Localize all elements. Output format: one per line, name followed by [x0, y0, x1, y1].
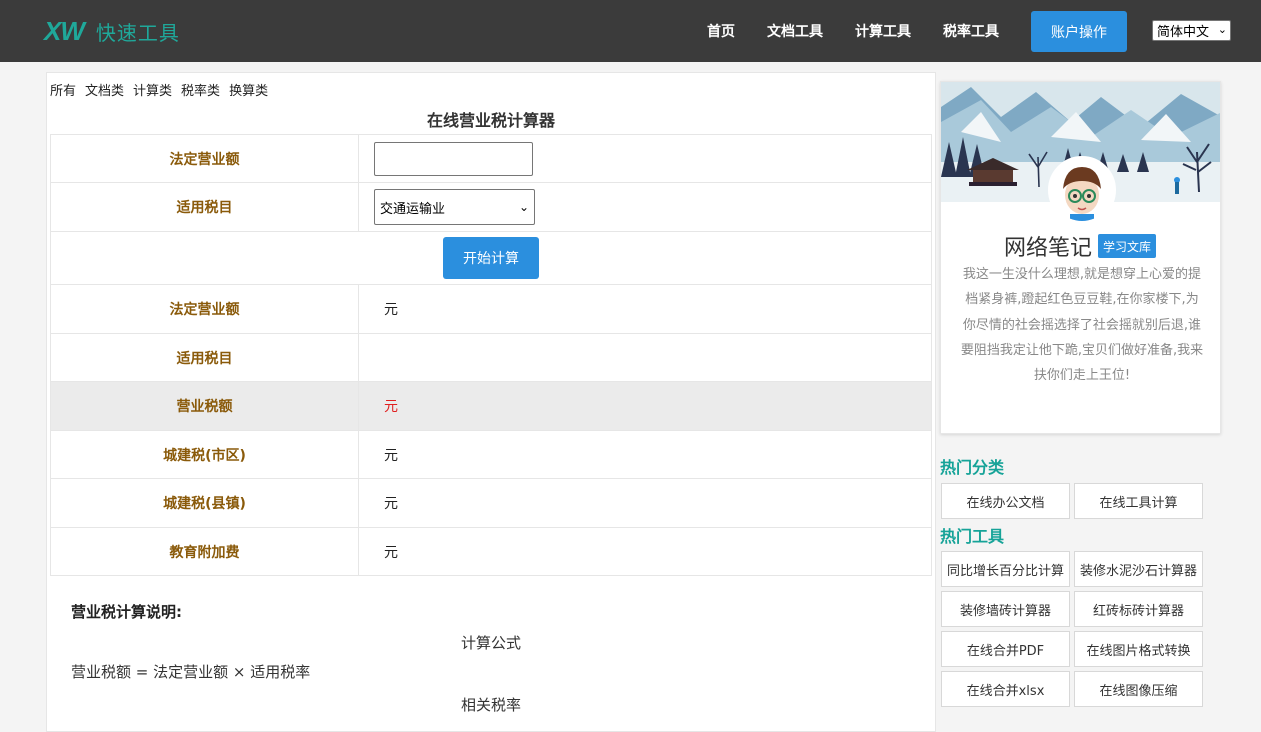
category-all[interactable]: 所有	[50, 80, 76, 99]
profile-bio: 我这一生没什么理想,就是想穿上心爱的提档紧身裤,蹬起红色豆豆鞋,在你家楼下,为你…	[960, 267, 1204, 384]
result-row: 城建税(市区) 元	[50, 430, 932, 479]
category-convert[interactable]: 换算类	[229, 80, 268, 99]
avatar-icon	[1051, 159, 1113, 221]
nav-home[interactable]: 首页	[707, 21, 735, 41]
result-label: 城建税(县镇)	[50, 478, 359, 528]
profile-badge[interactable]: 学习文库	[1098, 234, 1157, 258]
table-row: 适用税目 交通运输业 ⌄	[50, 182, 932, 232]
result-label: 营业税额	[50, 381, 359, 431]
result-label: 法定营业额	[50, 284, 359, 334]
revenue-input[interactable]	[374, 141, 533, 176]
hot-tool-tag[interactable]: 在线图像压缩	[1074, 671, 1203, 707]
hot-tool-tag[interactable]: 装修墙砖计算器	[941, 591, 1070, 627]
result-value: 元	[358, 527, 932, 576]
result-row: 城建税(县镇) 元	[50, 478, 932, 528]
result-value: 元	[358, 430, 932, 479]
category-tax[interactable]: 税率类	[181, 80, 220, 99]
language-select[interactable]: 简体中文 ⌄	[1152, 20, 1231, 41]
business-tax-value: 元	[358, 381, 932, 431]
calculator-table: 法定营业额 适用税目 交通运输业 ⌄ 开始计算 法定营业额 元 适用税目 营业税…	[50, 134, 932, 576]
tax-item-label: 适用税目	[50, 182, 359, 232]
formula-text: 营业税额 = 法定营业额 × 适用税率	[71, 663, 311, 681]
hot-categories-title: 热门分类	[940, 458, 1005, 477]
language-value: 简体中文	[1157, 25, 1210, 40]
hot-category-tag[interactable]: 在线办公文档	[941, 483, 1070, 519]
hot-tool-tag[interactable]: 装修水泥沙石计算器	[1074, 551, 1203, 587]
category-calc[interactable]: 计算类	[133, 80, 172, 99]
hot-tool-tag[interactable]: 红砖标砖计算器	[1074, 591, 1203, 627]
page-title: 在线营业税计算器	[426, 111, 555, 130]
site-logo[interactable]: XW 快速工具	[44, 15, 180, 46]
profile-card: 网络笔记 学习文库 我这一生没什么理想,就是想穿上心爱的提档紧身裤,蹬起红色豆豆…	[940, 81, 1221, 434]
description-title: 营业税计算说明:	[71, 603, 182, 621]
calc-button-cell: 开始计算	[50, 231, 932, 285]
nav-tax-tools[interactable]: 税率工具	[943, 21, 999, 41]
category-filter: 所有 文档类 计算类 税率类 换算类	[50, 80, 268, 99]
hot-tools-title: 热门工具	[940, 527, 1005, 546]
result-label: 教育附加费	[50, 527, 359, 576]
nav-doc-tools[interactable]: 文档工具	[767, 21, 823, 41]
result-row-highlight: 营业税额 元	[50, 381, 932, 431]
category-doc[interactable]: 文档类	[85, 80, 124, 99]
calculator-panel: 所有 文档类 计算类 税率类 换算类 在线营业税计算器 法定营业额 适用税目 交…	[46, 72, 936, 732]
hot-category-tag[interactable]: 在线工具计算	[1074, 483, 1203, 519]
rate-heading: 相关税率	[460, 696, 521, 714]
tax-item-select[interactable]: 交通运输业 ⌄	[374, 189, 535, 225]
hot-tool-tag[interactable]: 同比增长百分比计算	[941, 551, 1070, 587]
hot-tool-tag[interactable]: 在线图片格式转换	[1074, 631, 1203, 667]
result-row: 适用税目	[50, 333, 932, 382]
revenue-cell	[358, 134, 932, 183]
profile-name: 网络笔记	[1004, 236, 1093, 261]
result-label: 城建税(市区)	[50, 430, 359, 479]
logo-mark: XW	[44, 15, 85, 46]
result-label: 适用税目	[50, 333, 359, 382]
chevron-down-icon: ⌄	[1217, 23, 1227, 36]
hot-tool-tag[interactable]: 在线合并PDF	[941, 631, 1070, 667]
tax-description: 营业税计算说明: 计算公式 营业税额 = 法定营业额 × 适用税率 相关税率	[71, 601, 911, 715]
table-row: 法定营业额	[50, 134, 932, 183]
result-value: 元	[358, 284, 932, 334]
revenue-label: 法定营业额	[50, 134, 359, 183]
calculate-button[interactable]: 开始计算	[443, 237, 539, 279]
chevron-down-icon: ⌄	[518, 200, 529, 214]
result-row: 法定营业额 元	[50, 284, 932, 334]
result-value	[358, 333, 932, 382]
account-button[interactable]: 账户操作	[1031, 11, 1127, 52]
result-row: 教育附加费 元	[50, 527, 932, 576]
top-navbar: XW 快速工具 首页 文档工具 计算工具 税率工具 账户操作 简体中文 ⌄	[0, 0, 1261, 62]
formula-heading: 计算公式	[460, 634, 521, 652]
tax-item-cell: 交通运输业 ⌄	[358, 182, 932, 232]
logo-text: 快速工具	[95, 20, 180, 45]
table-row: 开始计算	[50, 231, 932, 285]
avatar[interactable]	[1048, 156, 1116, 224]
nav-calc-tools[interactable]: 计算工具	[855, 21, 911, 41]
hot-tool-tag[interactable]: 在线合并xlsx	[941, 671, 1070, 707]
tax-item-selected: 交通运输业	[380, 201, 446, 217]
result-value: 元	[358, 478, 932, 528]
